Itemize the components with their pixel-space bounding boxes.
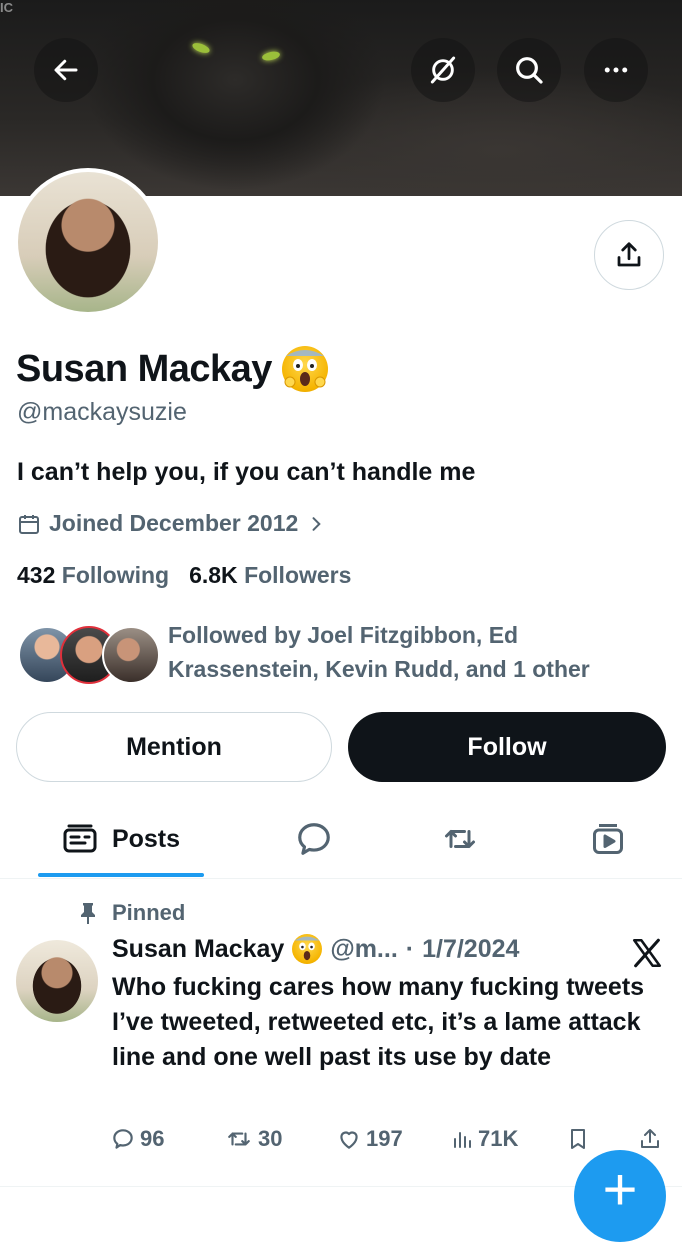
tab-media[interactable]	[568, 800, 648, 878]
search-icon	[516, 57, 543, 84]
tweet-text: Who fucking cares how many fucking tweet…	[112, 973, 645, 1071]
views-count: 71K	[478, 1126, 519, 1151]
tab-posts-label: Posts	[111, 824, 181, 853]
profile-bio: I can’t help you, if you can’t handle me	[17, 458, 476, 486]
profile-name: Susan Mackay	[16, 346, 328, 392]
more-dots-icon	[604, 67, 628, 73]
pin-icon	[81, 903, 95, 924]
repost-icon	[228, 1132, 250, 1146]
share-profile-button[interactable]	[594, 220, 664, 290]
translate-button[interactable]	[411, 38, 475, 102]
tweet-separator: ·	[405, 934, 415, 963]
more-button[interactable]	[584, 38, 648, 102]
calendar-icon	[19, 514, 39, 534]
tab-posts[interactable]: Posts	[38, 800, 204, 878]
tweet-header: Susan Mackay @m... · 1/7/2024	[112, 934, 519, 964]
tweet-author-avatar[interactable]	[16, 940, 98, 1022]
like-count: 197	[366, 1126, 403, 1151]
plus-icon: +	[602, 1156, 638, 1223]
reply-button[interactable]: 96	[110, 1126, 164, 1152]
share-tweet-button[interactable]	[638, 1126, 662, 1152]
views-chart-icon	[454, 1132, 471, 1148]
bookmark-button[interactable]	[566, 1126, 590, 1152]
tweet-actions: 96 30 197 71K	[110, 1126, 670, 1162]
heart-icon	[340, 1131, 358, 1149]
follow-stats: 432 Following 6.8K Followers	[17, 562, 351, 589]
screaming-face-emoji-icon	[292, 934, 323, 964]
banner-corner-text: IC	[0, 0, 13, 15]
joined-date[interactable]: Joined December 2012	[17, 510, 326, 537]
following-count: 432	[17, 562, 56, 588]
follow-button[interactable]: Follow	[348, 712, 666, 782]
tab-reposts[interactable]	[420, 800, 500, 878]
bookmark-icon	[571, 1129, 585, 1149]
back-button[interactable]	[34, 38, 98, 102]
profile-handle: @mackaysuzie	[17, 398, 187, 426]
following-label: Following	[61, 562, 170, 588]
pinned-label: Pinned	[78, 900, 185, 926]
tweet-author-handle: @m...	[330, 934, 398, 963]
arrow-left-icon	[54, 59, 78, 81]
profile-avatar[interactable]	[14, 168, 162, 316]
tab-replies[interactable]	[274, 800, 354, 878]
repost-count: 30	[258, 1126, 283, 1151]
reply-count: 96	[140, 1126, 165, 1151]
x-logo-icon	[632, 938, 662, 968]
followed-by-avatars[interactable]	[18, 626, 160, 684]
followers-link[interactable]: 6.8K Followers	[189, 562, 351, 589]
reply-icon	[113, 1129, 133, 1149]
following-link[interactable]: 432 Following	[17, 562, 169, 589]
repost-icon	[445, 830, 475, 848]
tweet-author-name[interactable]: Susan Mackay	[112, 935, 284, 964]
profile-name-text: Susan Mackay	[16, 347, 272, 390]
pinned-text: Pinned	[112, 900, 186, 925]
posts-icon	[63, 824, 97, 853]
tweet-date[interactable]: 1/7/2024	[422, 935, 519, 964]
screaming-face-emoji-icon	[281, 346, 328, 392]
active-tab-indicator	[38, 873, 204, 877]
joined-text: Joined December 2012	[49, 510, 299, 536]
followers-label: Followers	[244, 562, 352, 588]
search-button[interactable]	[497, 38, 561, 102]
chevron-right-icon	[312, 516, 322, 531]
profile-tabs: Posts	[0, 800, 682, 879]
follower-avatar	[102, 626, 160, 684]
banner-cat-eye-left	[191, 41, 211, 55]
mention-button[interactable]: Mention	[16, 712, 332, 782]
like-button[interactable]: 197	[336, 1126, 403, 1152]
compose-fab-button[interactable]: +	[574, 1150, 666, 1242]
replies-bubble-icon	[298, 823, 330, 855]
repost-button[interactable]: 30	[224, 1126, 282, 1152]
share-icon	[641, 1129, 659, 1148]
followers-count: 6.8K	[189, 562, 238, 588]
slashed-circle-icon	[430, 56, 456, 84]
media-video-icon	[593, 824, 623, 854]
profile-banner[interactable]: IC	[0, 0, 682, 196]
share-icon	[617, 242, 641, 267]
views-button[interactable]: 71K	[450, 1126, 518, 1152]
banner-cat-eye-right	[261, 50, 281, 62]
followed-by-text[interactable]: Followed by Joel Fitzgibbon, Ed Krassens…	[168, 618, 638, 686]
